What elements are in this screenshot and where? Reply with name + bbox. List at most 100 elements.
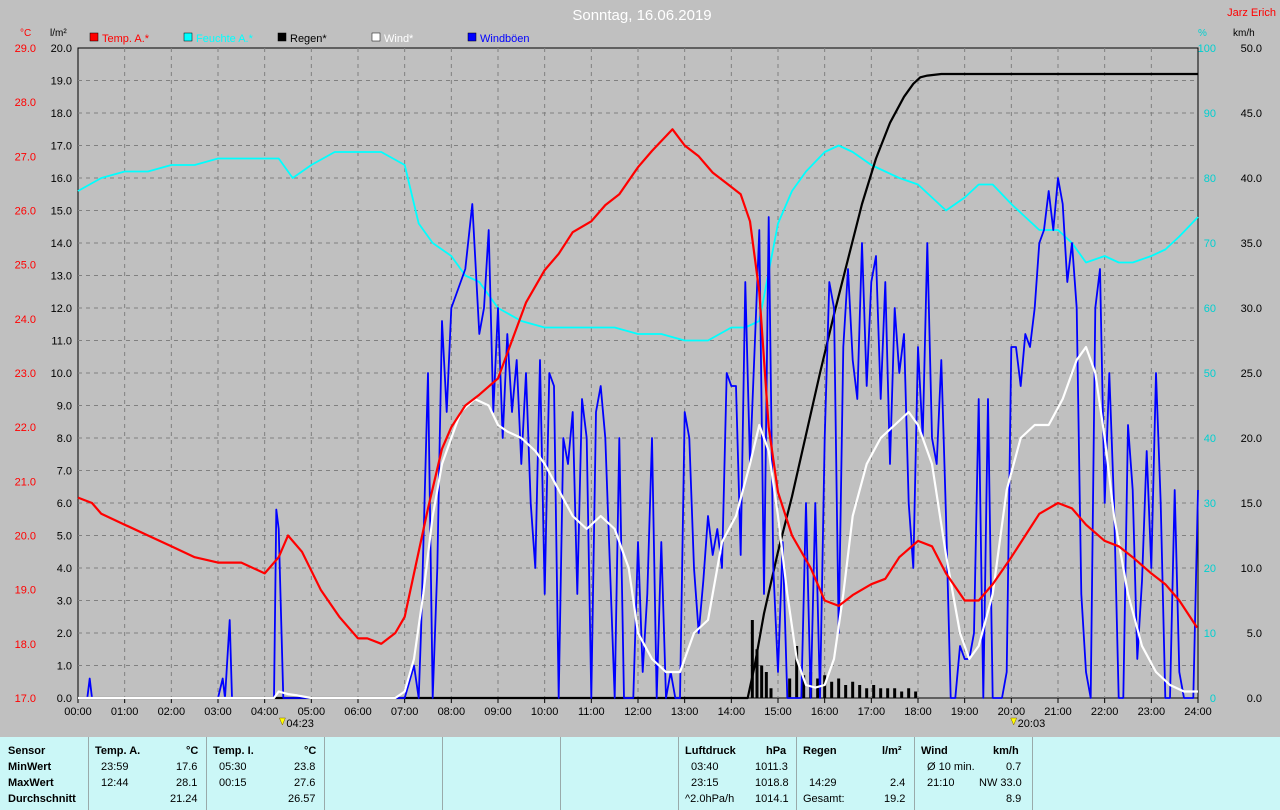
wind-tick-label: 0.0 xyxy=(1247,693,1262,705)
rain-tick-label: 15.0 xyxy=(51,206,72,218)
rain-tick-label: 11.0 xyxy=(51,336,72,348)
pressure-max-time: 23:15 xyxy=(691,777,719,789)
x-tick-label: 22:00 xyxy=(1091,706,1119,718)
wind-max-time: 21:10 xyxy=(927,777,955,789)
rain-tick-label: 6.0 xyxy=(57,498,72,510)
unit-pct: % xyxy=(1198,28,1207,39)
sun-marker-label: 04:23 xyxy=(286,718,314,730)
rain-tick-label: 8.0 xyxy=(57,433,72,445)
x-tick-label: 23:00 xyxy=(1138,706,1166,718)
grid xyxy=(77,47,1199,699)
divider xyxy=(796,737,797,810)
pressure-trend-val: 1014.1 xyxy=(755,793,789,805)
x-tick-label: 20:00 xyxy=(998,706,1026,718)
wind-tick-label: 10.0 xyxy=(1241,563,1262,575)
temp-a-unit: °C xyxy=(186,745,199,757)
divider xyxy=(442,737,443,810)
rain-tick-label: 2.0 xyxy=(57,628,72,640)
row-avg: Durchschnitt xyxy=(8,793,76,805)
divider xyxy=(560,737,561,810)
author-label: Jarz Erich xyxy=(1227,7,1276,19)
legend-swatch xyxy=(89,32,99,42)
pressure-min-time: 03:40 xyxy=(691,761,719,773)
legend-label: Regen* xyxy=(290,33,327,45)
temp-tick-label: 24.0 xyxy=(15,314,36,326)
humidity-tick-label: 20 xyxy=(1204,563,1216,575)
wind-tick-label: 45.0 xyxy=(1241,108,1262,120)
rain-tick-label: 10.0 xyxy=(51,368,72,380)
wind-tick-label: 30.0 xyxy=(1241,303,1262,315)
rain-bar xyxy=(865,688,869,698)
rain-bar xyxy=(823,675,827,698)
wind-tick-label: 15.0 xyxy=(1241,498,1262,510)
unit-rain: l/m² xyxy=(50,28,67,39)
wind-tick-label: 20.0 xyxy=(1241,433,1262,445)
x-tick-label: 07:00 xyxy=(391,706,419,718)
wind-max-val: NW 33.0 xyxy=(979,777,1022,789)
x-tick-label: 04:00 xyxy=(251,706,279,718)
x-tick-label: 05:00 xyxy=(298,706,326,718)
humidity-tick-label: 70 xyxy=(1204,238,1216,250)
rain-bar xyxy=(764,672,768,698)
temp-tick-label: 26.0 xyxy=(15,206,36,218)
humidity-tick-label: 80 xyxy=(1204,173,1216,185)
rain-tick-label: 12.0 xyxy=(51,303,72,315)
rain-tick-label: 9.0 xyxy=(57,401,72,413)
rain-tick-label: 7.0 xyxy=(57,466,72,478)
x-tick-label: 14:00 xyxy=(718,706,746,718)
wind-tick-label: 50.0 xyxy=(1241,43,1262,55)
rain-bar xyxy=(886,688,890,698)
unit-wind: km/h xyxy=(1233,28,1255,39)
temp-a-max-val: 28.1 xyxy=(176,777,198,789)
rain-tick-label: 18.0 xyxy=(51,108,72,120)
x-tick-label: 15:00 xyxy=(764,706,792,718)
temp-i-avg: 26.57 xyxy=(288,793,316,805)
rain-bar xyxy=(769,688,773,698)
rain-bar xyxy=(893,688,897,698)
temp-tick-label: 21.0 xyxy=(15,476,36,488)
divider xyxy=(678,737,679,810)
temp-tick-label: 18.0 xyxy=(15,639,36,651)
wind-tick-label: 40.0 xyxy=(1241,173,1262,185)
legend-label: Windböen xyxy=(480,33,530,45)
temp-tick-label: 23.0 xyxy=(15,368,36,380)
divider xyxy=(324,737,325,810)
temp-a-header: Temp. A. xyxy=(95,745,141,757)
rain-tick-label: 20.0 xyxy=(51,43,72,55)
rain-bar xyxy=(879,688,883,698)
temp-i-min-val: 23.8 xyxy=(294,761,316,773)
temp-a-max-time: 12:44 xyxy=(101,777,129,789)
x-tick-label: 00:00 xyxy=(64,706,92,718)
rain-bar xyxy=(788,678,792,698)
wind-avg-val: 0.7 xyxy=(1006,761,1022,773)
rain-bar xyxy=(760,665,764,698)
divider xyxy=(1032,737,1033,810)
rain-header: Regen xyxy=(803,745,837,757)
temp-tick-label: 27.0 xyxy=(15,151,36,163)
rain-tick-label: 1.0 xyxy=(57,661,72,673)
x-tick-label: 21:00 xyxy=(1044,706,1072,718)
divider xyxy=(206,737,207,810)
x-tick-label: 16:00 xyxy=(811,706,839,718)
rain-total-label: Gesamt: xyxy=(803,793,845,805)
unit-temp: °C xyxy=(20,28,31,39)
wind-avg-label: Ø 10 min. xyxy=(927,761,975,773)
pressure-max-val: 1018.8 xyxy=(755,777,789,789)
temp-i-header: Temp. I. xyxy=(213,745,254,757)
wind-unit: km/h xyxy=(993,745,1019,757)
row-max: MaxWert xyxy=(8,777,54,789)
humidity-tick-label: 10 xyxy=(1204,628,1216,640)
temp-tick-label: 17.0 xyxy=(15,693,36,705)
temp-i-max-time: 00:15 xyxy=(219,777,247,789)
legend-label: Feuchte A.* xyxy=(196,33,254,45)
rain-tick-label: 3.0 xyxy=(57,596,72,608)
rain-bar xyxy=(844,685,848,698)
rain-unit: l/m² xyxy=(882,745,902,757)
temp-a-min-val: 17.6 xyxy=(176,761,198,773)
legend-swatch xyxy=(277,32,287,42)
humidity-tick-label: 50 xyxy=(1204,368,1216,380)
x-tick-label: 24:00 xyxy=(1184,706,1212,718)
legend-swatch xyxy=(467,32,477,42)
temp-a-min-time: 23:59 xyxy=(101,761,129,773)
humidity-tick-label: 90 xyxy=(1204,108,1216,120)
